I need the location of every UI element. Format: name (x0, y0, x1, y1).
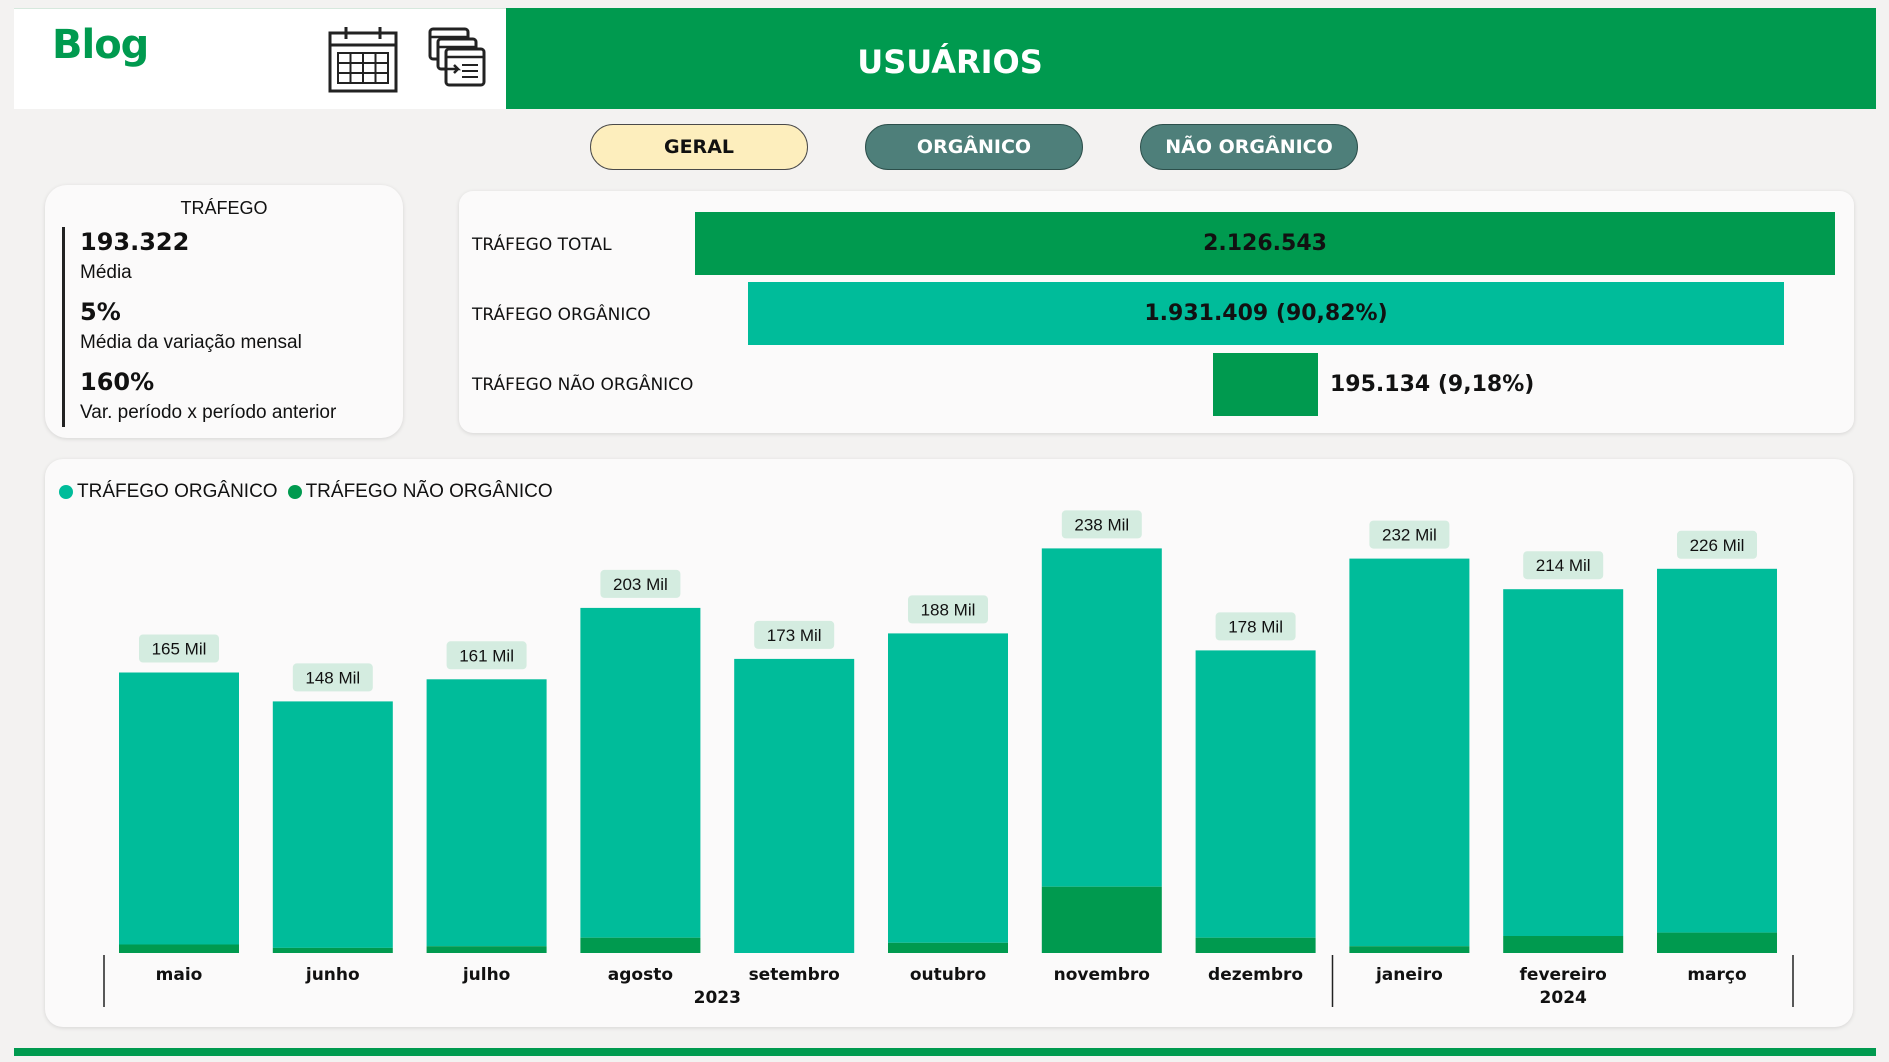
filter-organico-button[interactable]: ORGÂNICO (865, 124, 1083, 170)
x-tick-label: junho (305, 965, 360, 985)
x-year-label: 2024 (1540, 988, 1587, 1008)
kpi-monthly-variation-label: Média da variação mensal (80, 332, 302, 353)
data-label-total: 226 Mil (1690, 536, 1745, 555)
kpi-period-variation-label: Var. período x período anterior (80, 402, 337, 423)
bar-non-organic-janeiro[interactable] (1349, 946, 1470, 953)
x-tick-label: julho (462, 965, 511, 985)
bar-non-organic-outubro[interactable] (888, 942, 1008, 953)
bar-organic-setembro[interactable] (734, 658, 855, 953)
data-label-total: 165 Mil (152, 640, 207, 659)
x-tick-label: outubro (910, 965, 986, 985)
funnel-bar-total[interactable]: 2.126.543 (695, 212, 1835, 275)
x-tick-label: março (1687, 965, 1746, 985)
filter-nao-organico-button[interactable]: NÃO ORGÂNICO (1140, 124, 1358, 170)
funnel-value-total: 2.126.543 (1203, 231, 1327, 256)
bar-non-organic-março[interactable] (1657, 932, 1777, 953)
bar-organic-dezembro[interactable] (1195, 650, 1316, 938)
funnel-label-organic: TRÁFEGO ORGÂNICO (472, 305, 651, 325)
bar-organic-outubro[interactable] (888, 633, 1008, 943)
kpi-monthly-variation-value: 5% (80, 298, 121, 326)
x-year-label: 2023 (694, 988, 741, 1008)
funnel-value-organic: 1.931.409 (90,82%) (1144, 301, 1388, 326)
data-label-total: 238 Mil (1074, 515, 1129, 534)
x-tick-label: agosto (608, 965, 673, 985)
kpi-average-value: 193.322 (80, 228, 190, 256)
kpi-divider (62, 227, 65, 427)
brand-logo: Blog (52, 22, 149, 68)
data-label-total: 161 Mil (459, 646, 514, 665)
funnel-bar-organic[interactable]: 1.931.409 (90,82%) (748, 282, 1784, 345)
bar-non-organic-dezembro[interactable] (1195, 937, 1316, 953)
kpi-title: TRÁFEGO (180, 198, 268, 218)
stacked-bar-chart: 165 Mil maio 148 Mil junho 161 Mil julho 203 M… (103, 510, 1794, 1008)
bar-organic-junho[interactable] (272, 701, 393, 948)
x-tick-label: setembro (749, 965, 840, 985)
bar-non-organic-agosto[interactable] (580, 937, 701, 953)
bar-organic-agosto[interactable] (580, 607, 701, 938)
report-export-icon[interactable] (428, 25, 498, 95)
monthly-traffic-chart-card: TRÁFEGO ORGÂNICO TRÁFEGO NÃO ORGÂNICO 16… (45, 459, 1853, 1027)
bar-organic-fevereiro[interactable] (1503, 589, 1624, 936)
x-tick-label: maio (156, 965, 203, 985)
bar-non-organic-julho[interactable] (426, 946, 547, 953)
bar-organic-novembro[interactable] (1041, 548, 1162, 887)
funnel-bar-non-organic[interactable] (1213, 353, 1318, 416)
x-tick-label: novembro (1054, 965, 1150, 985)
bar-non-organic-junho[interactable] (272, 947, 393, 953)
x-tick-label: dezembro (1208, 965, 1303, 985)
data-label-total: 214 Mil (1536, 556, 1591, 575)
bar-organic-julho[interactable] (426, 679, 547, 947)
funnel-value-non-organic: 195.134 (9,18%) (1330, 372, 1535, 397)
page-title-bar: USUÁRIOS (506, 8, 1876, 109)
bar-organic-janeiro[interactable] (1349, 558, 1470, 947)
funnel-label-non-organic: TRÁFEGO NÃO ORGÂNICO (472, 375, 694, 395)
kpi-card: TRÁFEGO 193.322 Média 5% Média da variaç… (45, 185, 403, 438)
calendar-table-icon[interactable] (328, 25, 398, 95)
data-label-total: 173 Mil (767, 626, 822, 645)
kpi-period-variation-value: 160% (80, 368, 155, 396)
bar-organic-março[interactable] (1657, 568, 1777, 933)
x-tick-label: fevereiro (1520, 965, 1607, 985)
page-title: USUÁRIOS (857, 43, 1043, 81)
bar-non-organic-novembro[interactable] (1041, 886, 1162, 953)
data-label-total: 232 Mil (1382, 526, 1437, 545)
bottom-accent-line (14, 1048, 1876, 1056)
data-label-total: 148 Mil (305, 668, 360, 687)
funnel-label-total: TRÁFEGO TOTAL (472, 235, 612, 255)
data-label-total: 203 Mil (613, 575, 668, 594)
x-tick-label: janeiro (1375, 965, 1443, 985)
kpi-average-label: Média (80, 262, 132, 283)
traffic-funnel-card: TRÁFEGO TOTAL TRÁFEGO ORGÂNICO TRÁFEGO N… (459, 191, 1854, 433)
bar-non-organic-maio[interactable] (119, 944, 239, 954)
data-label-total: 178 Mil (1228, 617, 1283, 636)
data-label-total: 188 Mil (921, 600, 976, 619)
bar-organic-maio[interactable] (119, 672, 239, 945)
filter-geral-button[interactable]: GERAL (590, 124, 808, 170)
bar-non-organic-fevereiro[interactable] (1503, 936, 1624, 953)
